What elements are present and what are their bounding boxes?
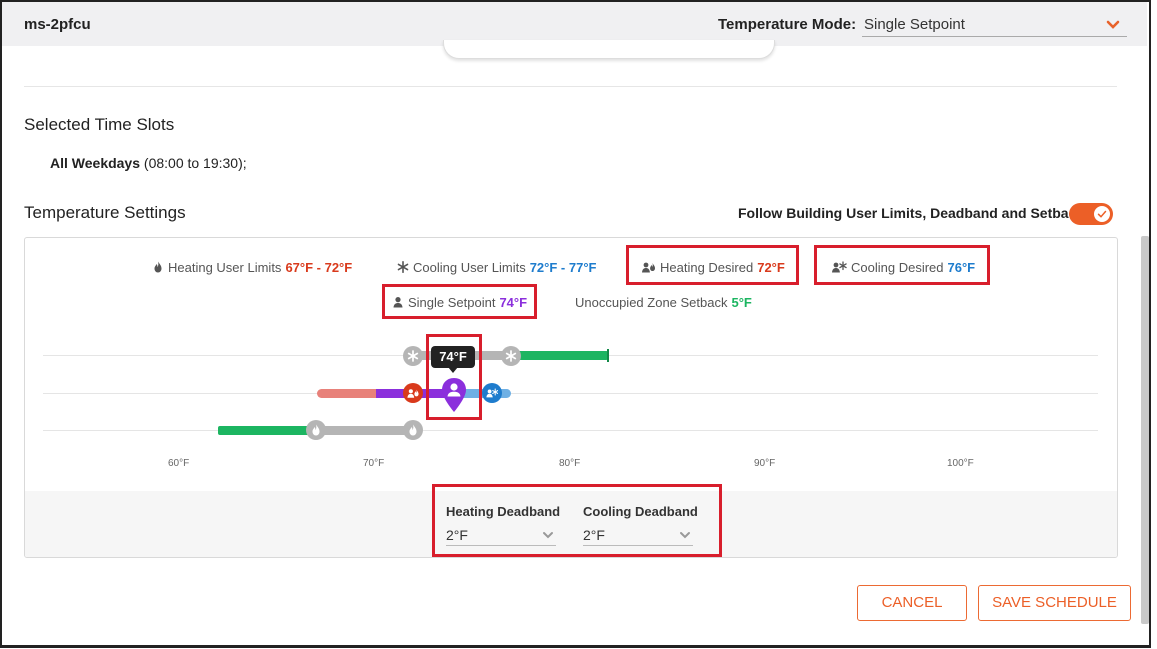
- temperature-mode-label: Temperature Mode:: [718, 16, 857, 33]
- follow-limits-toggle[interactable]: [1069, 203, 1113, 225]
- tick-label: 70°F: [363, 458, 385, 469]
- snowflake-icon: [505, 350, 517, 362]
- tick-label: 80°F: [559, 458, 581, 469]
- cancel-button[interactable]: CANCEL: [857, 585, 967, 621]
- save-schedule-button[interactable]: SAVE SCHEDULE: [978, 585, 1131, 621]
- heating-min-handle[interactable]: [306, 420, 326, 440]
- heating-limits-label: Heating User Limits: [168, 260, 282, 275]
- room-name: ms-2pfcu: [24, 16, 91, 33]
- snowflake-icon: [397, 261, 409, 273]
- tick-label: 100°F: [947, 458, 974, 469]
- temperature-settings-heading: Temperature Settings: [24, 203, 186, 222]
- heating-limits-bar: [315, 426, 415, 435]
- time-selector-pill: [443, 40, 775, 59]
- section-divider: [24, 86, 1117, 87]
- person-flame-icon: [407, 389, 419, 398]
- chevron-down-icon: [1106, 20, 1120, 29]
- cooling-desired-handle[interactable]: [482, 383, 502, 403]
- tick-label: 60°F: [168, 458, 190, 469]
- setback-label: Unoccupied Zone Setback: [575, 295, 728, 310]
- setback-value: 5°F: [731, 295, 752, 310]
- temperature-mode-value: Single Setpoint: [864, 16, 965, 33]
- time-slots-summary: All Weekdays (08:00 to 19:30);: [50, 155, 247, 171]
- highlight-single-setpoint: [382, 284, 537, 319]
- follow-limits-label: Follow Building User Limits, Deadband an…: [738, 205, 1085, 221]
- heating-setback-bar: [218, 426, 318, 435]
- check-icon: [1097, 210, 1107, 218]
- cooling-min-handle[interactable]: [403, 346, 423, 366]
- cooling-limits-value: 72°F - 77°F: [529, 260, 597, 275]
- cooling-setback-bar: [510, 351, 608, 360]
- heating-limits-value: 67°F - 72°F: [285, 260, 353, 275]
- cooling-max-handle[interactable]: [501, 346, 521, 366]
- heating-desired-handle[interactable]: [403, 383, 423, 403]
- highlight-deadband: [432, 484, 722, 557]
- heating-track: [43, 430, 1098, 431]
- flame-icon: [312, 424, 320, 436]
- flame-icon: [154, 261, 162, 273]
- time-slots-days: All Weekdays: [50, 155, 141, 171]
- flame-icon: [409, 424, 417, 436]
- toggle-knob: [1094, 206, 1110, 222]
- time-slots-range: (08:00 to 19:30);: [143, 155, 247, 171]
- legend-heating-user-limits: Heating User Limits 67°F - 72°F: [152, 260, 352, 275]
- heating-max-handle[interactable]: [403, 420, 423, 440]
- highlight-setpoint-handle: [426, 334, 482, 420]
- time-slots-heading: Selected Time Slots: [24, 115, 175, 134]
- cooling-limits-label: Cooling User Limits: [413, 260, 526, 275]
- setpoint-track: [43, 393, 1098, 394]
- scrollbar[interactable]: [1141, 236, 1149, 624]
- highlight-heating-desired: [626, 245, 799, 285]
- highlight-cooling-desired: [814, 245, 990, 285]
- temperature-mode-select[interactable]: Single Setpoint: [862, 14, 1127, 37]
- snowflake-icon: [407, 350, 419, 362]
- tick-label: 90°F: [754, 458, 776, 469]
- cooling-setback-end: [607, 349, 609, 362]
- legend-cooling-user-limits: Cooling User Limits 72°F - 77°F: [397, 260, 596, 275]
- person-snowflake-icon: [486, 388, 498, 398]
- legend-unoccupied-setback: Unoccupied Zone Setback 5°F: [575, 295, 752, 310]
